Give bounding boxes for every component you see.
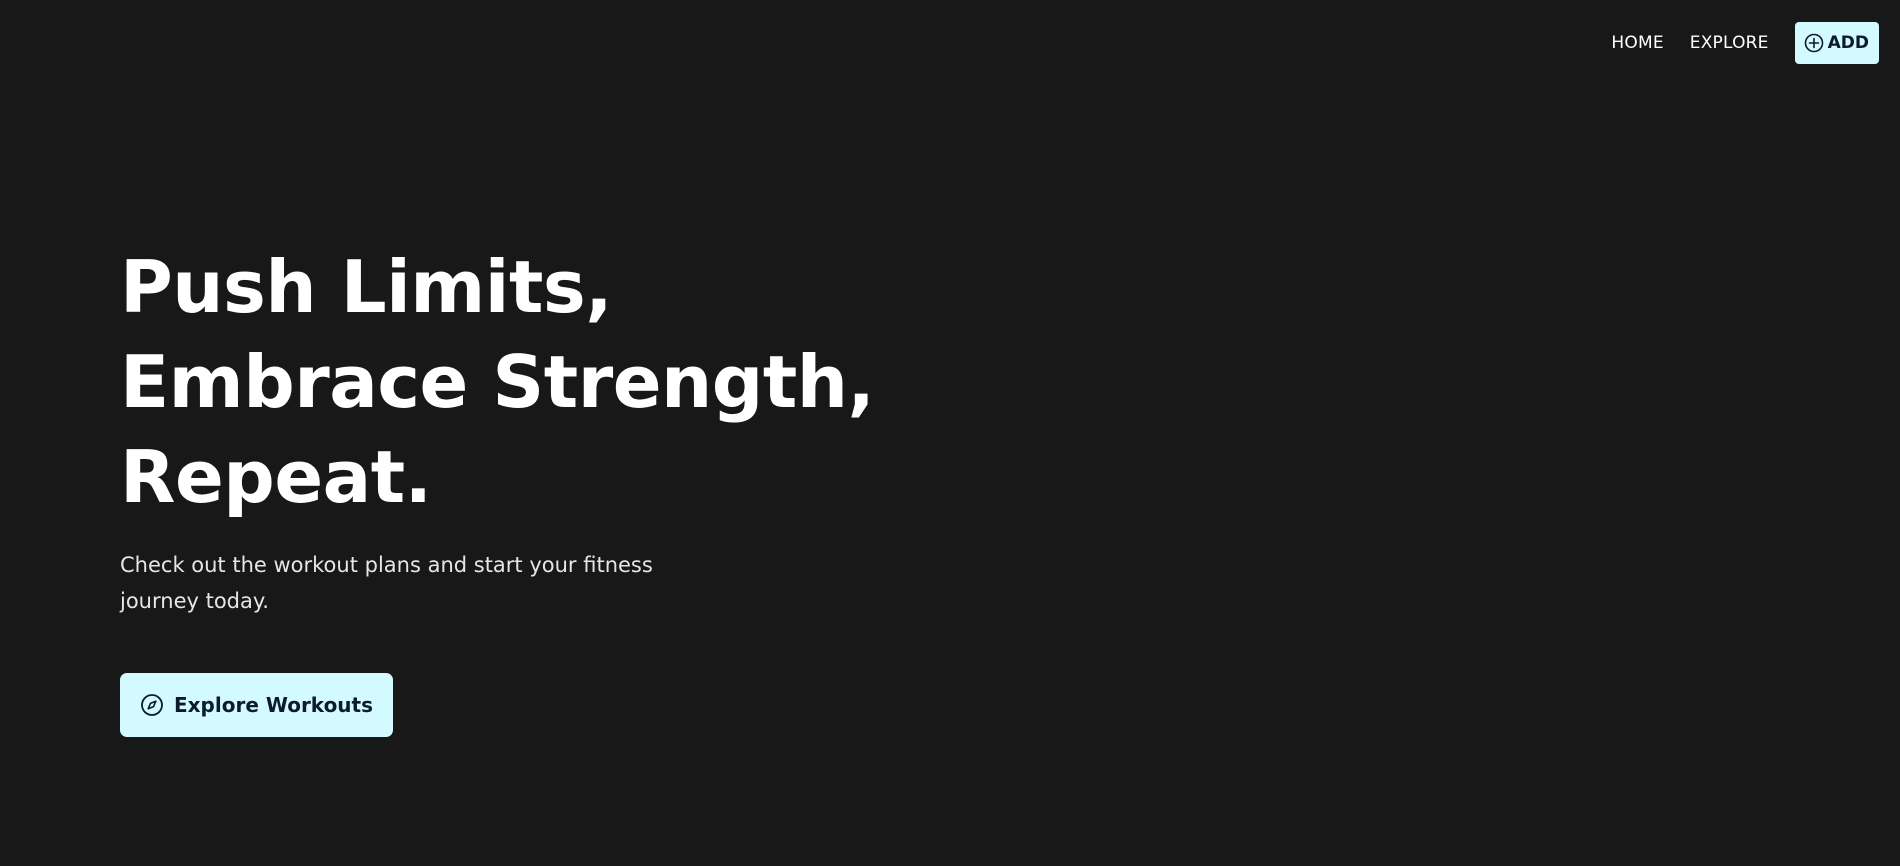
hero-title-line-2: Embrace Strength, [120,340,875,424]
hero-title: Push Limits, Embrace Strength, Repeat. [120,240,875,525]
hero-subtitle: Check out the workout plans and start yo… [120,553,653,613]
explore-workouts-button[interactable]: Explore Workouts [120,673,393,737]
hero-title-line-3: Repeat. [120,435,432,519]
add-button-label: ADD [1827,33,1869,53]
top-nav: HOME EXPLORE ADD [1611,22,1879,64]
explore-workouts-label: Explore Workouts [173,693,374,717]
plus-circle-icon [1804,33,1828,53]
nav-explore-link[interactable]: EXPLORE [1690,33,1769,53]
hero-section: Push Limits, Embrace Strength, Repeat. C… [120,240,875,619]
add-button[interactable]: ADD [1794,22,1879,64]
nav-home-link[interactable]: HOME [1611,33,1663,53]
compass-icon [140,693,174,717]
hero-title-line-1: Push Limits, [120,245,613,329]
